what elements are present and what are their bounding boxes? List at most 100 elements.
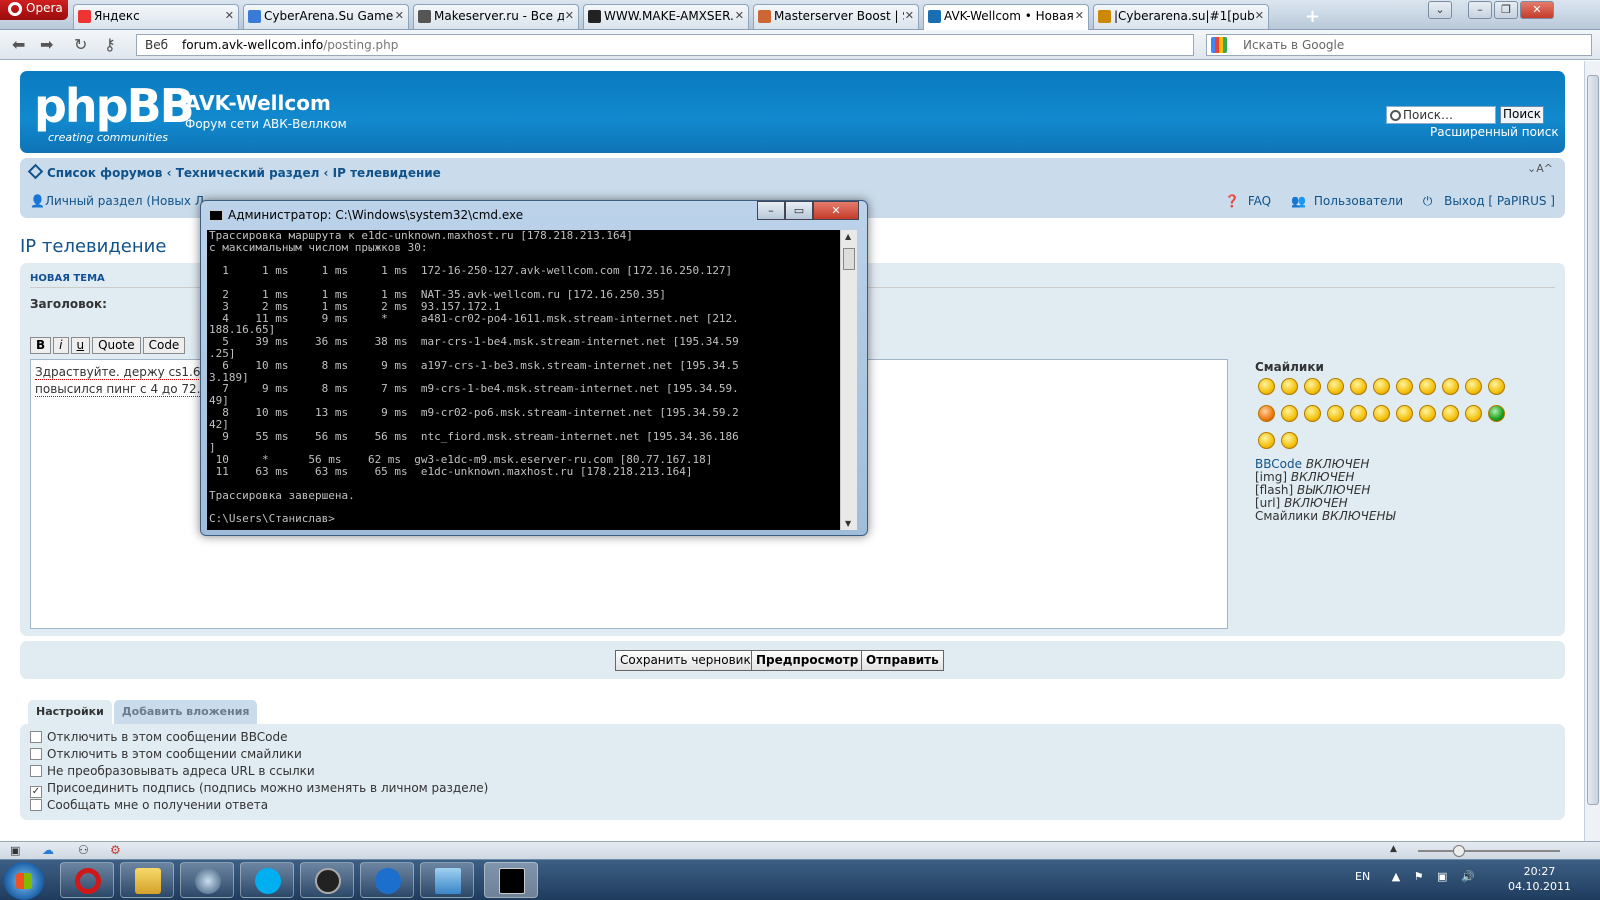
opera-unite-icon[interactable]: ☁	[42, 843, 54, 857]
taskbar-skype[interactable]	[240, 862, 294, 898]
option-disable-bbcode[interactable]: Отключить в этом сообщении BBCode	[30, 730, 288, 744]
tab-list-icon[interactable]: ⌄	[1428, 1, 1452, 19]
cmd-scrollbar[interactable]: ▲ ▼	[840, 230, 857, 530]
network-icon[interactable]: ▣	[1437, 870, 1447, 883]
option-disable-smilies[interactable]: Отключить в этом сообщении смайлики	[30, 747, 302, 761]
close-tab-icon[interactable]: ✕	[395, 9, 404, 22]
browser-tab-make-amxserver[interactable]: WWW.MAKE-AMXSER... ✕	[583, 4, 749, 29]
browser-tab-yandex[interactable]: Яндекс ✕	[73, 4, 239, 29]
close-window-icon[interactable]: ✕	[1520, 1, 1554, 19]
exclaim-icon[interactable]	[1373, 405, 1390, 422]
smiley-icon[interactable]	[1281, 378, 1298, 395]
smiley-icon[interactable]	[1419, 378, 1436, 395]
taskbar-explorer[interactable]	[120, 862, 174, 898]
opera-menu-button[interactable]: Opera	[0, 0, 68, 20]
close-tab-icon[interactable]: ✕	[225, 9, 234, 22]
zoom-slider-handle[interactable]	[1453, 845, 1465, 857]
underline-button[interactable]: u	[70, 337, 91, 354]
forum-search-button[interactable]: Поиск	[1500, 106, 1544, 124]
idea-icon[interactable]	[1419, 405, 1436, 422]
scroll-down-icon[interactable]: ▼	[845, 519, 851, 528]
smiley-icon[interactable]	[1304, 405, 1321, 422]
cmd-maximize-icon[interactable]: ▭	[785, 201, 813, 220]
language-indicator[interactable]: EN	[1355, 870, 1370, 883]
forum-search-input[interactable]: Поиск…	[1386, 106, 1496, 124]
cmd-output[interactable]: Трассировка маршрута к e1dc-unknown.maxh…	[207, 230, 840, 530]
browser-tab-cyberarena[interactable]: CyberArena.Su Game S...✕	[243, 4, 409, 29]
minimize-window-icon[interactable]: –	[1468, 1, 1492, 19]
cmd-minimize-icon[interactable]: –	[757, 201, 785, 220]
smiley-icon[interactable]	[1488, 378, 1505, 395]
option-attach-signature[interactable]: ✓ Присоединить подпись (подпись можно изм…	[30, 781, 488, 798]
smiley-icon[interactable]	[1327, 378, 1344, 395]
taskbar-steam[interactable]	[300, 862, 354, 898]
bbcode-link[interactable]: BBCode	[1255, 457, 1302, 471]
smiley-icon[interactable]	[1465, 378, 1482, 395]
show-hidden-icons-icon[interactable]: ▲	[1392, 870, 1400, 883]
opera-link-icon[interactable]: ⚇	[78, 843, 89, 857]
cmd-window[interactable]: Администратор: C:\Windows\system32\cmd.e…	[200, 200, 868, 536]
smiley-icon[interactable]	[1373, 378, 1390, 395]
start-button[interactable]	[4, 862, 44, 900]
submit-button[interactable]: Отправить	[861, 650, 944, 671]
checkbox[interactable]	[30, 799, 42, 811]
panel-toggle-icon[interactable]: ▣	[10, 844, 20, 857]
taskbar-app[interactable]	[180, 862, 234, 898]
cmd-close-icon[interactable]: ✕	[813, 201, 859, 220]
browser-tab-masterserver[interactable]: Masterserver Boost | Setti✕	[753, 4, 919, 29]
tab-options[interactable]: Настройки	[28, 700, 112, 724]
smiley-icon[interactable]	[1350, 405, 1367, 422]
clock[interactable]: 20:27 04.10.2011	[1508, 864, 1571, 894]
checkbox[interactable]	[30, 748, 42, 760]
quote-button[interactable]: Quote	[92, 337, 141, 354]
taskbar-teamviewer[interactable]	[360, 862, 414, 898]
zoom-slider[interactable]	[1418, 850, 1560, 852]
option-notify-reply[interactable]: Сообщать мне о получении ответа	[30, 798, 268, 812]
page-scrollbar[interactable]	[1584, 61, 1600, 841]
close-tab-icon[interactable]: ✕	[1255, 9, 1264, 22]
geek-smiley-icon[interactable]	[1258, 432, 1275, 449]
checkbox[interactable]	[30, 731, 42, 743]
users-link[interactable]: 👥 Пользователи	[1283, 194, 1403, 208]
turbo-icon[interactable]: ⚙	[110, 843, 121, 857]
option-no-url-parse[interactable]: Не преобразовывать адреса URL в ссылки	[30, 764, 315, 778]
google-search-input[interactable]: Искать в Google	[1206, 34, 1592, 56]
taskbar-opera[interactable]	[60, 862, 114, 898]
forward-arrow-icon[interactable]: ➡	[40, 35, 53, 54]
breadcrumb[interactable]: Список форумов ‹ Технический раздел ‹ IP…	[27, 163, 441, 180]
flag-icon[interactable]: ⚑	[1414, 870, 1424, 883]
geek-smiley-icon[interactable]	[1281, 432, 1298, 449]
arrow-icon[interactable]	[1442, 405, 1459, 422]
smiley-icon[interactable]	[1304, 378, 1321, 395]
checkbox[interactable]	[30, 765, 42, 777]
logout-link[interactable]: ⏻ Выход [ PaPIRUS ]	[1415, 194, 1555, 208]
personal-section-link[interactable]: 👤Личный раздел (Новых Л	[30, 194, 204, 208]
close-tab-icon[interactable]: ✕	[735, 9, 744, 22]
advanced-search-link[interactable]: Расширенный поиск	[1430, 125, 1559, 139]
smiley-icon[interactable]	[1281, 405, 1298, 422]
italic-button[interactable]: i	[53, 337, 69, 354]
browser-tab-avk-wellcom[interactable]: AVK-Wellcom • Новая ...✕	[923, 4, 1089, 30]
back-arrow-icon[interactable]: ⬅	[12, 35, 25, 54]
smiley-icon[interactable]	[1442, 378, 1459, 395]
browser-tab-cyberarena-public[interactable]: |Cyberarena.su|#1[publ... ✕	[1093, 4, 1269, 29]
font-size-toggle[interactable]: ⌄A^	[1527, 162, 1553, 175]
page-title[interactable]: IP телевидение	[20, 236, 166, 257]
scroll-up-icon[interactable]: ▲	[845, 232, 851, 241]
phpbb-logo[interactable]: phpBB	[34, 83, 195, 129]
view-icon[interactable]: ▲	[1390, 844, 1397, 854]
save-draft-button[interactable]: Сохранить черновик	[615, 650, 756, 671]
code-button[interactable]: Code	[142, 337, 186, 354]
close-tab-icon[interactable]: ✕	[565, 9, 574, 22]
new-tab-plus-icon[interactable]: +	[1305, 6, 1320, 27]
smiley-icon[interactable]	[1396, 378, 1413, 395]
green-smiley-icon[interactable]	[1488, 405, 1505, 422]
checkbox-checked[interactable]: ✓	[30, 786, 42, 798]
volume-icon[interactable]: 🔊	[1461, 870, 1475, 883]
smiley-icon[interactable]	[1258, 378, 1275, 395]
smiley-icon[interactable]	[1465, 405, 1482, 422]
close-tab-icon[interactable]: ✕	[905, 9, 914, 22]
scrollbar-thumb[interactable]	[1587, 75, 1599, 805]
maximize-window-icon[interactable]: ❐	[1494, 1, 1518, 19]
url-input[interactable]: Веб forum.avk-wellcom.info/posting.php	[136, 34, 1194, 56]
